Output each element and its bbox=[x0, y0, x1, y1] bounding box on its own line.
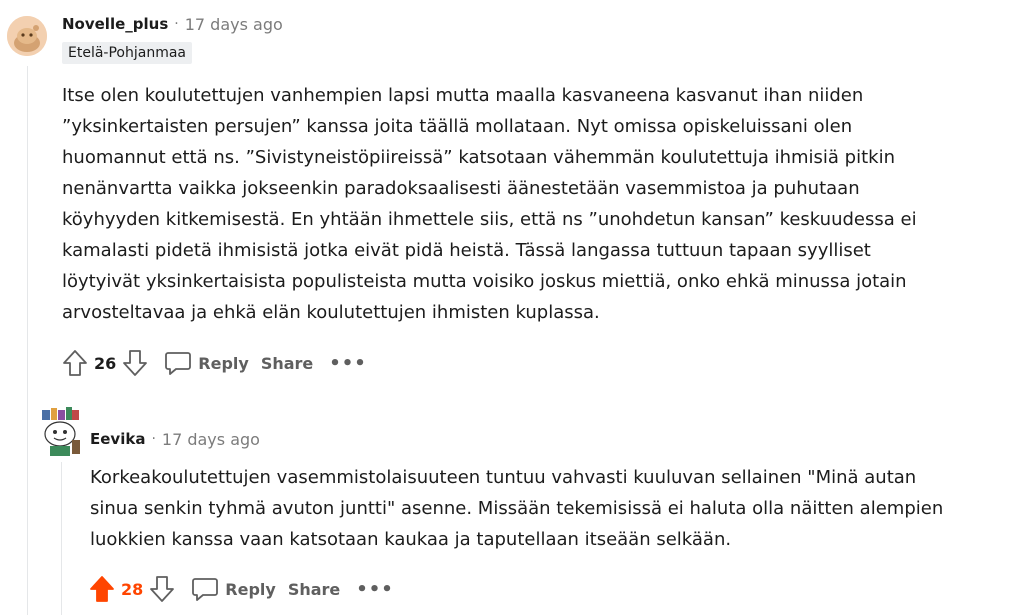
comment-line: Itse olen koulutettujen vanhempien lapsi… bbox=[62, 85, 864, 106]
arrow-down-icon bbox=[150, 576, 175, 602]
username[interactable]: Novelle_plus bbox=[62, 15, 168, 33]
timestamp[interactable]: 17 days ago bbox=[162, 430, 260, 449]
comment-body: Korkeakoulutettujen vasemmistolaisuuteen… bbox=[90, 462, 1020, 555]
comment-line: arvosteltavaa ja ehkä elän koulutettujen… bbox=[62, 302, 600, 323]
snoo-avatar-icon bbox=[7, 16, 47, 56]
comment-line: Korkeakoulutettujen vasemmistolaisuuteen… bbox=[90, 467, 917, 488]
comment-line: ”yksinkertaisten persujen” kanssa joita … bbox=[62, 116, 853, 137]
upvote-button[interactable] bbox=[58, 346, 92, 380]
timestamp[interactable]: 17 days ago bbox=[185, 15, 283, 34]
avatar-novelle-plus[interactable] bbox=[7, 16, 47, 56]
comment-line: sinua senkin tyhmä avuton juntti" asenne… bbox=[90, 498, 944, 519]
share-button[interactable]: Share bbox=[282, 572, 346, 606]
more-options-icon: ••• bbox=[356, 578, 394, 600]
comment-line: kamalasti pidetä ihmisistä jotka eivät p… bbox=[62, 240, 871, 261]
thread-line-parent[interactable] bbox=[27, 66, 28, 615]
downvote-button[interactable] bbox=[145, 572, 179, 606]
comment-actions: 28 Reply Share ••• bbox=[85, 571, 404, 607]
speech-bubble-icon bbox=[165, 352, 192, 375]
speech-bubble-icon bbox=[192, 578, 219, 601]
reply-label: Reply bbox=[225, 579, 276, 599]
comment-header: Eevika · 17 days ago bbox=[90, 428, 260, 450]
vote-score: 28 bbox=[121, 579, 144, 599]
comment-line: löytyivät yksinkertaisista populisteista… bbox=[62, 271, 907, 292]
comment-line: luokkien kanssa vaan katsotaan kaukaa ja… bbox=[90, 529, 732, 550]
comment-header: Novelle_plus · 17 days ago bbox=[62, 13, 283, 35]
more-options-icon: ••• bbox=[329, 352, 367, 374]
snoo-avatar-icon bbox=[42, 407, 80, 456]
comment-line: huomannut että ns. ”Sivistyneistöpiireis… bbox=[62, 147, 895, 168]
meta-separator: · bbox=[174, 16, 179, 32]
upvote-button[interactable] bbox=[85, 572, 119, 606]
downvote-button[interactable] bbox=[118, 346, 152, 380]
reply-button[interactable]: Reply bbox=[158, 346, 255, 380]
thread-line-child[interactable] bbox=[61, 462, 62, 615]
arrow-down-icon bbox=[123, 350, 148, 376]
share-button[interactable]: Share bbox=[255, 346, 319, 380]
share-label: Share bbox=[287, 579, 341, 599]
arrow-up-icon bbox=[90, 576, 114, 602]
username[interactable]: Eevika bbox=[90, 430, 145, 448]
more-options-button[interactable]: ••• bbox=[319, 346, 377, 380]
reply-label: Reply bbox=[198, 353, 249, 373]
comment-line: köyhyyden kitkemisestä. En yhtään ihmett… bbox=[62, 209, 917, 230]
vote-score: 26 bbox=[94, 353, 117, 373]
arrow-up-icon bbox=[63, 350, 87, 376]
user-flair: Etelä-Pohjanmaa bbox=[62, 42, 192, 64]
comment-actions: 26 Reply Share ••• bbox=[58, 345, 377, 381]
comment-body: Itse olen koulutettujen vanhempien lapsi… bbox=[62, 80, 917, 328]
comment-line: nenänvartta vaikka jokseenkin paradoksaa… bbox=[62, 178, 860, 199]
more-options-button[interactable]: ••• bbox=[346, 572, 404, 606]
avatar-eevika[interactable] bbox=[38, 404, 82, 458]
share-label: Share bbox=[260, 353, 314, 373]
reply-button[interactable]: Reply bbox=[185, 572, 282, 606]
meta-separator: · bbox=[151, 431, 156, 447]
